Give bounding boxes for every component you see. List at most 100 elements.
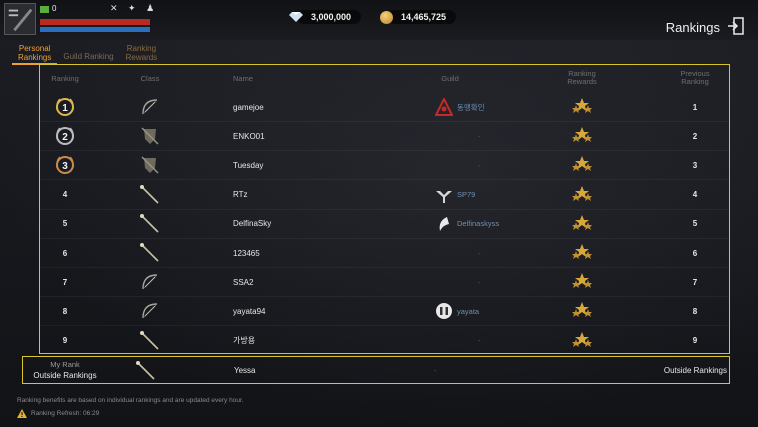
bow-icon <box>135 268 165 296</box>
guild-emblem-icon <box>435 98 453 116</box>
guild-emblem-icon <box>436 190 452 203</box>
exit-icon[interactable] <box>728 17 744 35</box>
guild-name: - <box>478 131 481 141</box>
table-row[interactable]: 4 RTz SP79 4 <box>40 181 729 210</box>
reward-stars-icon[interactable] <box>567 297 597 325</box>
guild-cell: - <box>435 239 555 267</box>
player-name: 가방용 <box>233 336 256 346</box>
staff-icon <box>135 239 165 267</box>
table-row[interactable]: 1 gamejoe 동맹확인 1 <box>40 93 729 122</box>
staff-icon <box>135 210 165 238</box>
rank-number: 9 <box>62 336 68 346</box>
shield-icon <box>135 151 165 179</box>
rank-number: 2 <box>62 132 68 143</box>
tab-label: Rankings <box>18 53 52 62</box>
column-label: Rewards <box>567 77 597 86</box>
previous-ranking: 2 <box>692 131 698 141</box>
previous-ranking: 4 <box>692 190 698 200</box>
reward-stars-icon[interactable] <box>567 239 597 267</box>
reward-stars-icon[interactable] <box>567 151 597 179</box>
rank-number: 6 <box>62 248 68 258</box>
gold-amount: 14,465,725 <box>387 10 457 24</box>
previous-ranking: 5 <box>692 219 698 229</box>
player-name: DelfinaSky <box>233 219 272 229</box>
bow-icon <box>135 93 165 121</box>
guild-name: - <box>478 277 481 287</box>
table-row[interactable]: 2 ENKO01 - 2 <box>40 122 729 152</box>
guild-cell: yayata <box>435 297 555 325</box>
rank-number: 8 <box>62 306 68 316</box>
column-name: Name <box>233 74 254 83</box>
tab-ranking-rewards[interactable]: Ranking Rewards <box>120 44 164 65</box>
staff-icon <box>135 360 157 384</box>
page-title: Rankings <box>665 20 720 35</box>
top-bar: 0 ✕ ✦ ♟ 3,000,000 14,465,725 Rankings <box>0 0 758 40</box>
guild-emblem-icon <box>439 216 449 231</box>
table-row[interactable]: 8 yayata94 yayata 8 <box>40 297 729 327</box>
column-ranking-rewards: Ranking Rewards <box>557 70 607 86</box>
reward-stars-icon[interactable] <box>567 327 597 355</box>
diamond-icon <box>289 12 303 22</box>
guild-name: - <box>478 336 481 346</box>
reward-stars-icon[interactable] <box>567 210 597 238</box>
gem-amount: 3,000,000 <box>297 10 362 24</box>
bow-icon <box>135 297 165 325</box>
ranking-table: Ranking Class Name Guild Ranking Rewards… <box>39 64 730 356</box>
table-row[interactable]: 5 DelfinaSky Delfinaskyss 5 <box>40 210 729 239</box>
guild-name[interactable]: SP79 <box>457 190 475 199</box>
guild-cell: SP79 <box>435 181 555 209</box>
previous-ranking: 7 <box>692 277 698 287</box>
staff-icon <box>135 181 165 209</box>
table-row[interactable]: 7 SSA2 - 7 <box>40 268 729 298</box>
column-class: Class <box>140 74 160 83</box>
player-name: gamejoe <box>233 102 264 112</box>
table-row[interactable]: 6 123465 - 6 <box>40 239 729 268</box>
previous-ranking: 6 <box>692 248 698 258</box>
guild-cell: - <box>435 122 555 150</box>
my-rank-row[interactable]: My Rank Outside Rankings Yessa - Outside… <box>22 356 730 384</box>
character-portrait[interactable] <box>4 3 36 35</box>
gold-currency: 14,465,725 <box>380 10 457 24</box>
column-guild: Guild <box>441 74 459 83</box>
previous-ranking: 1 <box>692 102 698 112</box>
refresh-text: Ranking Refresh: 06:29 <box>31 410 100 417</box>
hp-bar <box>40 19 150 25</box>
reward-stars-icon[interactable] <box>567 93 597 121</box>
refresh-info: Ranking Refresh: 06:29 <box>17 409 99 418</box>
reward-stars-icon[interactable] <box>567 181 597 209</box>
table-row[interactable]: 3 Tuesday - 3 <box>40 151 729 181</box>
tab-personal-rankings[interactable]: Personal Rankings <box>12 44 58 65</box>
tab-label: Personal <box>18 44 51 53</box>
reward-stars-icon[interactable] <box>567 268 597 296</box>
reward-stars-icon[interactable] <box>567 122 597 150</box>
player-name: Tuesday <box>233 160 264 170</box>
rank-number: 1 <box>62 103 68 114</box>
level-text: 0 <box>52 4 57 13</box>
guild-name[interactable]: yayata <box>457 307 479 316</box>
mp-bar <box>40 27 150 32</box>
my-rank-title: My Rank <box>50 360 80 369</box>
player-name: 123465 <box>233 248 260 258</box>
previous-ranking: 8 <box>692 306 698 316</box>
guild-cell: - <box>435 327 555 355</box>
guild-name[interactable]: Delfinaskyss <box>457 219 499 228</box>
my-guild: - <box>434 366 437 375</box>
column-previous-ranking: Previous Ranking <box>670 70 720 86</box>
player-name: ENKO01 <box>233 131 265 141</box>
previous-ranking: 9 <box>692 336 698 346</box>
table-row[interactable]: 9 가방용 - 9 <box>40 327 729 356</box>
guild-cell: Delfinaskyss <box>435 210 555 238</box>
rank-number: 3 <box>62 161 68 172</box>
tab-label: Ranking <box>126 44 157 53</box>
guild-name[interactable]: 동맹확인 <box>457 102 485 113</box>
tab-label: Rewards <box>125 53 158 62</box>
player-name: RTz <box>233 190 248 200</box>
previous-ranking: 3 <box>692 160 698 170</box>
tab-label: Guild Ranking <box>63 52 114 61</box>
ranking-tabs: Personal Rankings Guild Ranking Ranking … <box>12 44 163 65</box>
my-rank-value: Outside Rankings <box>33 371 97 380</box>
player-name: SSA2 <box>233 277 254 287</box>
my-rank-label: My Rank Outside Rankings <box>23 359 107 381</box>
guild-name: - <box>478 160 481 170</box>
rank-number: 7 <box>62 277 68 287</box>
